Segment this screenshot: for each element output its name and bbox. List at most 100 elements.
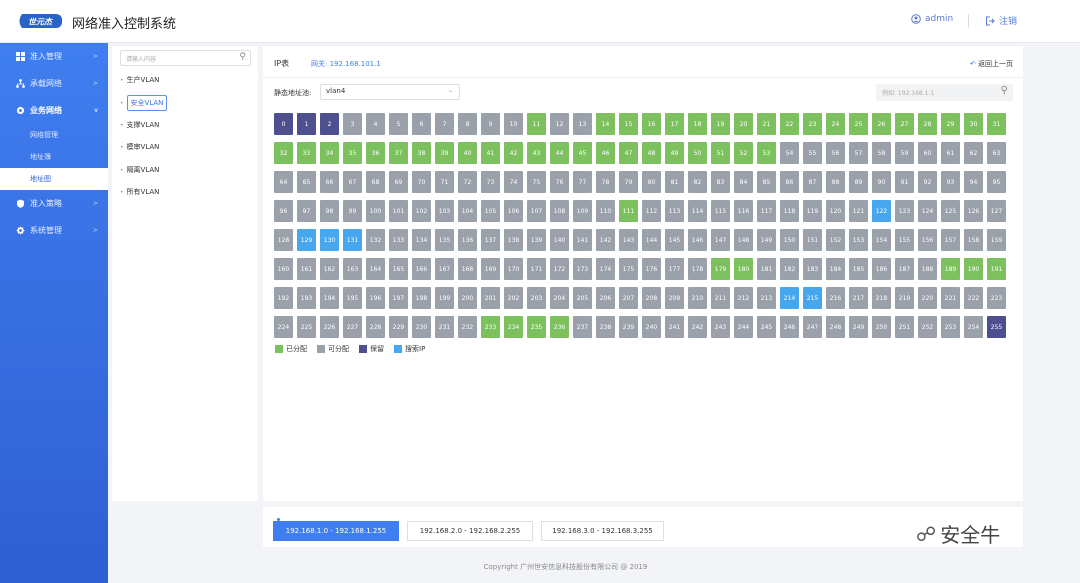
ip-cell-available[interactable]: 3 <box>343 113 362 135</box>
ip-cell-searched[interactable]: 130 <box>320 229 339 251</box>
ip-cell-reserved[interactable]: 1 <box>297 113 316 135</box>
ip-cell-available[interactable]: 176 <box>642 258 661 280</box>
ip-cell-assigned[interactable]: 51 <box>711 142 730 164</box>
ip-cell-available[interactable]: 171 <box>527 258 546 280</box>
ip-cell-available[interactable]: 168 <box>458 258 477 280</box>
ip-cell-available[interactable]: 92 <box>918 171 937 193</box>
ip-cell-assigned[interactable]: 191 <box>987 258 1006 280</box>
ip-cell-available[interactable]: 91 <box>895 171 914 193</box>
ip-cell-assigned[interactable]: 30 <box>964 113 983 135</box>
ip-cell-available[interactable]: 114 <box>688 200 707 222</box>
ip-cell-available[interactable]: 165 <box>389 258 408 280</box>
ip-cell-available[interactable]: 170 <box>504 258 523 280</box>
ip-cell-available[interactable]: 158 <box>964 229 983 251</box>
ip-cell-assigned[interactable]: 235 <box>527 316 546 338</box>
ip-cell-available[interactable]: 54 <box>780 142 799 164</box>
ip-cell-assigned[interactable]: 50 <box>688 142 707 164</box>
ip-cell-assigned[interactable]: 34 <box>320 142 339 164</box>
ip-cell-assigned[interactable]: 45 <box>573 142 592 164</box>
range-tab-1[interactable]: 192.168.1.0 - 192.168.1.255 <box>273 518 399 541</box>
ip-cell-assigned[interactable]: 17 <box>665 113 684 135</box>
ip-cell-available[interactable]: 203 <box>527 287 546 309</box>
tree-node-isolation-vlan[interactable]: • 隔离VLAN <box>120 165 159 175</box>
ip-cell-available[interactable]: 240 <box>642 316 661 338</box>
ip-cell-available[interactable]: 142 <box>596 229 615 251</box>
ip-cell-assigned[interactable]: 39 <box>435 142 454 164</box>
ip-cell-available[interactable]: 159 <box>987 229 1006 251</box>
sidebar-item-access-management[interactable]: 准入管理 > <box>0 43 108 70</box>
ip-cell-available[interactable]: 212 <box>734 287 753 309</box>
ip-cell-available[interactable]: 223 <box>987 287 1006 309</box>
ip-cell-available[interactable]: 205 <box>573 287 592 309</box>
ip-cell-available[interactable]: 186 <box>872 258 891 280</box>
ip-cell-available[interactable]: 222 <box>964 287 983 309</box>
ip-cell-available[interactable]: 65 <box>297 171 316 193</box>
ip-cell-available[interactable]: 72 <box>458 171 477 193</box>
ip-cell-available[interactable]: 103 <box>435 200 454 222</box>
ip-search-input[interactable]: 例如: 192.168.1.1 ⚲ <box>876 84 1013 101</box>
ip-cell-assigned[interactable]: 21 <box>757 113 776 135</box>
ip-cell-available[interactable]: 253 <box>941 316 960 338</box>
ip-cell-assigned[interactable]: 47 <box>619 142 638 164</box>
ip-cell-available[interactable]: 81 <box>665 171 684 193</box>
ip-cell-assigned[interactable]: 23 <box>803 113 822 135</box>
ip-cell-available[interactable]: 136 <box>458 229 477 251</box>
ip-cell-available[interactable]: 80 <box>642 171 661 193</box>
ip-cell-available[interactable]: 119 <box>803 200 822 222</box>
sidebar-item-business-network[interactable]: 业务网络 v <box>0 97 108 124</box>
ip-cell-available[interactable]: 74 <box>504 171 523 193</box>
ip-cell-available[interactable]: 69 <box>389 171 408 193</box>
ip-cell-assigned[interactable]: 36 <box>366 142 385 164</box>
ip-cell-available[interactable]: 127 <box>987 200 1006 222</box>
ip-cell-reserved[interactable]: 0 <box>274 113 293 135</box>
ip-cell-available[interactable]: 95 <box>987 171 1006 193</box>
ip-cell-available[interactable]: 57 <box>849 142 868 164</box>
ip-cell-available[interactable]: 178 <box>688 258 707 280</box>
ip-cell-available[interactable]: 113 <box>665 200 684 222</box>
ip-cell-available[interactable]: 77 <box>573 171 592 193</box>
ip-cell-available[interactable]: 164 <box>366 258 385 280</box>
range-tab-2[interactable]: 192.168.2.0 - 192.168.2.255 <box>407 521 533 541</box>
range-tab-3[interactable]: 192.168.3.0 - 192.168.3.255 <box>541 521 664 541</box>
ip-cell-available[interactable]: 251 <box>895 316 914 338</box>
ip-cell-available[interactable]: 137 <box>481 229 500 251</box>
ip-cell-assigned[interactable]: 41 <box>481 142 500 164</box>
ip-cell-available[interactable]: 78 <box>596 171 615 193</box>
ip-cell-available[interactable]: 229 <box>389 316 408 338</box>
ip-cell-available[interactable]: 167 <box>435 258 454 280</box>
ip-cell-assigned[interactable]: 53 <box>757 142 776 164</box>
ip-cell-available[interactable]: 66 <box>320 171 339 193</box>
ip-cell-available[interactable]: 82 <box>688 171 707 193</box>
ip-cell-reserved[interactable]: 255 <box>987 316 1006 338</box>
ip-cell-assigned[interactable]: 31 <box>987 113 1006 135</box>
ip-cell-available[interactable]: 76 <box>550 171 569 193</box>
ip-cell-available[interactable]: 145 <box>665 229 684 251</box>
ip-cell-available[interactable]: 110 <box>596 200 615 222</box>
ip-cell-available[interactable]: 188 <box>918 258 937 280</box>
ip-cell-available[interactable]: 226 <box>320 316 339 338</box>
ip-cell-available[interactable]: 163 <box>343 258 362 280</box>
ip-cell-available[interactable]: 13 <box>573 113 592 135</box>
ip-cell-available[interactable]: 138 <box>504 229 523 251</box>
sidebar-subitem-address-book[interactable]: 地址簿 <box>0 146 108 168</box>
ip-cell-available[interactable]: 241 <box>665 316 684 338</box>
ip-cell-assigned[interactable]: 234 <box>504 316 523 338</box>
ip-cell-available[interactable]: 192 <box>274 287 293 309</box>
ip-cell-available[interactable]: 128 <box>274 229 293 251</box>
ip-cell-available[interactable]: 100 <box>366 200 385 222</box>
ip-cell-available[interactable]: 184 <box>826 258 845 280</box>
ip-cell-available[interactable]: 99 <box>343 200 362 222</box>
ip-cell-available[interactable]: 161 <box>297 258 316 280</box>
ip-cell-available[interactable]: 61 <box>941 142 960 164</box>
ip-cell-available[interactable]: 248 <box>826 316 845 338</box>
ip-cell-available[interactable]: 172 <box>550 258 569 280</box>
ip-cell-available[interactable]: 79 <box>619 171 638 193</box>
ip-cell-available[interactable]: 152 <box>826 229 845 251</box>
ip-cell-available[interactable]: 169 <box>481 258 500 280</box>
ip-cell-available[interactable]: 197 <box>389 287 408 309</box>
ip-cell-available[interactable]: 143 <box>619 229 638 251</box>
ip-cell-available[interactable]: 83 <box>711 171 730 193</box>
ip-cell-available[interactable]: 104 <box>458 200 477 222</box>
ip-cell-available[interactable]: 245 <box>757 316 776 338</box>
ip-cell-available[interactable]: 140 <box>550 229 569 251</box>
